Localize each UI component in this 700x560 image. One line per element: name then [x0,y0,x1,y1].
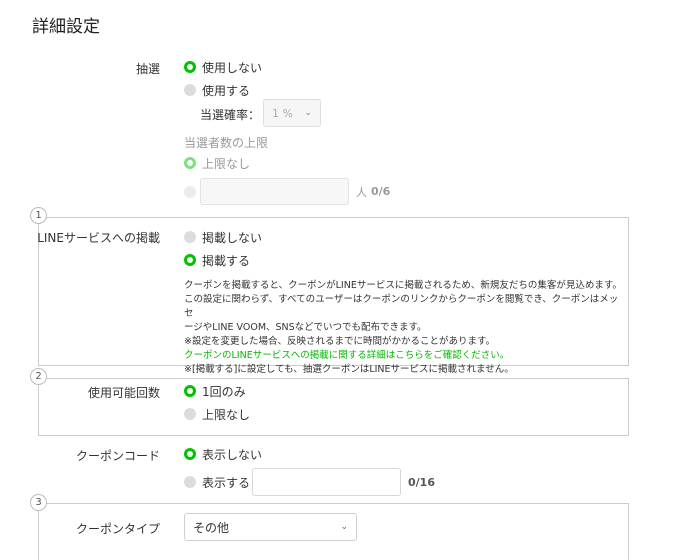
coupon-code-show-text: 表示する [202,475,251,490]
coupon-code-hide-radio[interactable]: 表示しない [184,444,262,464]
radio-unselected-icon [184,84,196,96]
lottery-off-text: 使用しない [202,60,263,75]
limit-none-text: 上限なし [202,156,251,171]
step-badge: 2 [30,368,47,385]
radio-unselected-icon [184,231,196,243]
winners-limit-counter: 0/6 [371,185,391,198]
coupon-code-input[interactable] [252,468,401,496]
desc-line: ージやLINE VOOM、SNSなどでいつでも配布できます。 [184,322,427,333]
usage-once-text: 1回のみ [202,384,246,399]
coupon-type-select[interactable]: その他 ⌄ [184,513,357,541]
page-title: 詳細設定 [32,17,100,37]
line-service-off-radio[interactable]: 掲載しない [184,227,262,247]
radio-unselected-icon [184,408,196,420]
winners-limit-label: 当選者数の上限 [184,136,269,150]
desc-line: ※[掲載する]に設定しても、抽選クーポンはLINEサービスに掲載されません。 [184,364,514,375]
line-service-on-text: 掲載する [202,253,251,268]
radio-unselected-icon [184,476,196,488]
coupon-code-hide-text: 表示しない [202,447,263,462]
usage-label: 使用可能回数 [87,386,160,400]
desc-line: クーポンを掲載すると、クーポンがLINEサービスに掲載されるため、新規友だちの集… [184,280,622,291]
coupon-type-value: その他 [193,520,230,535]
line-service-on-radio[interactable]: 掲載する [184,250,250,270]
win-rate-select[interactable]: 1 % ⌄ [263,99,321,127]
radio-selected-icon [184,385,196,397]
coupon-code-counter: 0/16 [408,476,435,489]
desc-line: ※設定を変更した場合、反映されるまでに時間がかかることがあります。 [184,336,496,347]
usage-unlimited-radio[interactable]: 上限なし [184,404,250,424]
chevron-down-icon: ⌄ [340,522,348,532]
usage-unlimited-text: 上限なし [202,407,251,422]
limit-none-radio[interactable]: 上限なし [184,153,250,173]
radio-selected-icon [184,448,196,460]
lottery-on-radio[interactable]: 使用する [184,80,250,100]
lottery-on-text: 使用する [202,83,251,98]
line-service-label: LINEサービスへの掲載 [37,231,160,245]
coupon-code-show-radio[interactable]: 表示する [184,472,250,492]
winners-limit-input[interactable] [200,178,349,205]
step-badge: 3 [30,494,47,511]
chevron-down-icon: ⌄ [304,108,312,118]
details-link[interactable]: クーポンのLINEサービスへの掲載に関する詳細はこちらをご確認ください。 [184,349,624,363]
winners-limit-unit: 人 [356,186,367,199]
win-rate-value: 1 % [272,106,293,120]
radio-selected-icon [184,61,196,73]
win-rate-label: 当選確率： [200,108,261,122]
radio-selected-icon [184,254,196,266]
step-badge: 1 [30,207,47,224]
coupon-type-label: クーポンタイプ [75,522,160,536]
line-service-description: クーポンを掲載すると、クーポンがLINEサービスに掲載されるため、新規友だちの集… [184,279,624,377]
lottery-off-radio[interactable]: 使用しない [184,57,262,77]
line-service-off-text: 掲載しない [202,230,263,245]
usage-once-radio[interactable]: 1回のみ [184,381,246,401]
radio-selected-icon [184,157,196,169]
radio-unselected-icon [184,186,196,198]
coupon-code-label: クーポンコード [75,449,160,463]
lottery-label: 抽選 [135,62,160,76]
desc-line: この設定に関わらず、すべてのユーザーはクーポンのリンクからクーポンを閲覧でき、ク… [184,294,619,319]
